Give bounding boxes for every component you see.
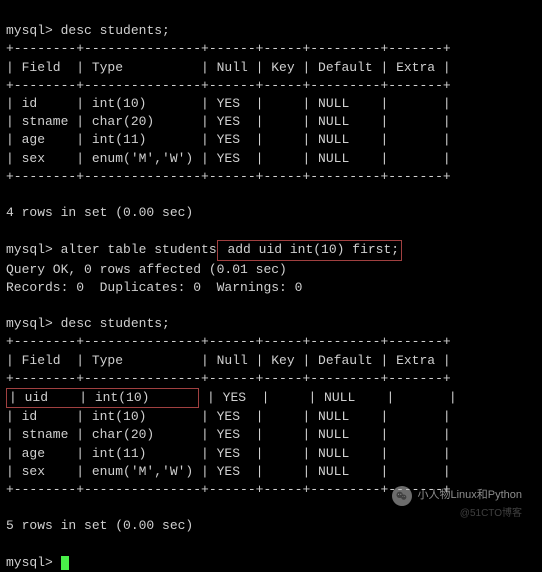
cursor[interactable] bbox=[61, 556, 69, 570]
table-sep: +--------+---------------+------+-----+-… bbox=[6, 169, 451, 184]
table-sep: +--------+---------------+------+-----+-… bbox=[6, 371, 451, 386]
highlighted-alter-clause: add uid int(10) first; bbox=[217, 240, 402, 260]
command-desc: desc students; bbox=[61, 316, 170, 331]
watermark: 小人物Linux和Python bbox=[392, 486, 522, 506]
prompt: mysql> bbox=[6, 555, 53, 570]
table-sep: +--------+---------------+------+-----+-… bbox=[6, 334, 451, 349]
table-row: | age | int(11) | YES | | NULL | | bbox=[6, 446, 451, 461]
table-row-rest: | YES | | NULL | | bbox=[199, 390, 456, 405]
table-row: | sex | enum('M','W') | YES | | NULL | | bbox=[6, 151, 451, 166]
result-summary: 4 rows in set (0.00 sec) bbox=[6, 205, 193, 220]
watermark-sub: @51CTO博客 bbox=[460, 507, 522, 521]
query-ok: Query OK, 0 rows affected (0.01 sec) bbox=[6, 262, 287, 277]
command-desc: desc students; bbox=[61, 23, 170, 38]
table-header: | Field | Type | Null | Key | Default | … bbox=[6, 353, 451, 368]
prompt: mysql> bbox=[6, 23, 53, 38]
prompt: mysql> bbox=[6, 316, 53, 331]
prompt: mysql> bbox=[6, 242, 53, 257]
wechat-icon bbox=[392, 486, 412, 506]
records-line: Records: 0 Duplicates: 0 Warnings: 0 bbox=[6, 280, 302, 295]
command-alter-prefix: alter table students bbox=[53, 242, 217, 257]
table-row: | stname | char(20) | YES | | NULL | | bbox=[6, 114, 451, 129]
table-header: | Field | Type | Null | Key | Default | … bbox=[6, 60, 451, 75]
table-sep: +--------+---------------+------+-----+-… bbox=[6, 78, 451, 93]
result-summary: 5 rows in set (0.00 sec) bbox=[6, 518, 193, 533]
table-row: | id | int(10) | YES | | NULL | | bbox=[6, 96, 451, 111]
table-row: | id | int(10) | YES | | NULL | | bbox=[6, 409, 451, 424]
table-sep: +--------+---------------+------+-----+-… bbox=[6, 41, 451, 56]
table-row: | sex | enum('M','W') | YES | | NULL | | bbox=[6, 464, 451, 479]
table-row: | age | int(11) | YES | | NULL | | bbox=[6, 132, 451, 147]
watermark-text: 小人物Linux和Python bbox=[417, 488, 522, 503]
highlighted-uid-row: | uid | int(10) bbox=[6, 388, 199, 408]
table-row: | stname | char(20) | YES | | NULL | | bbox=[6, 427, 451, 442]
table-sep: +--------+---------------+------+-----+-… bbox=[6, 482, 451, 497]
